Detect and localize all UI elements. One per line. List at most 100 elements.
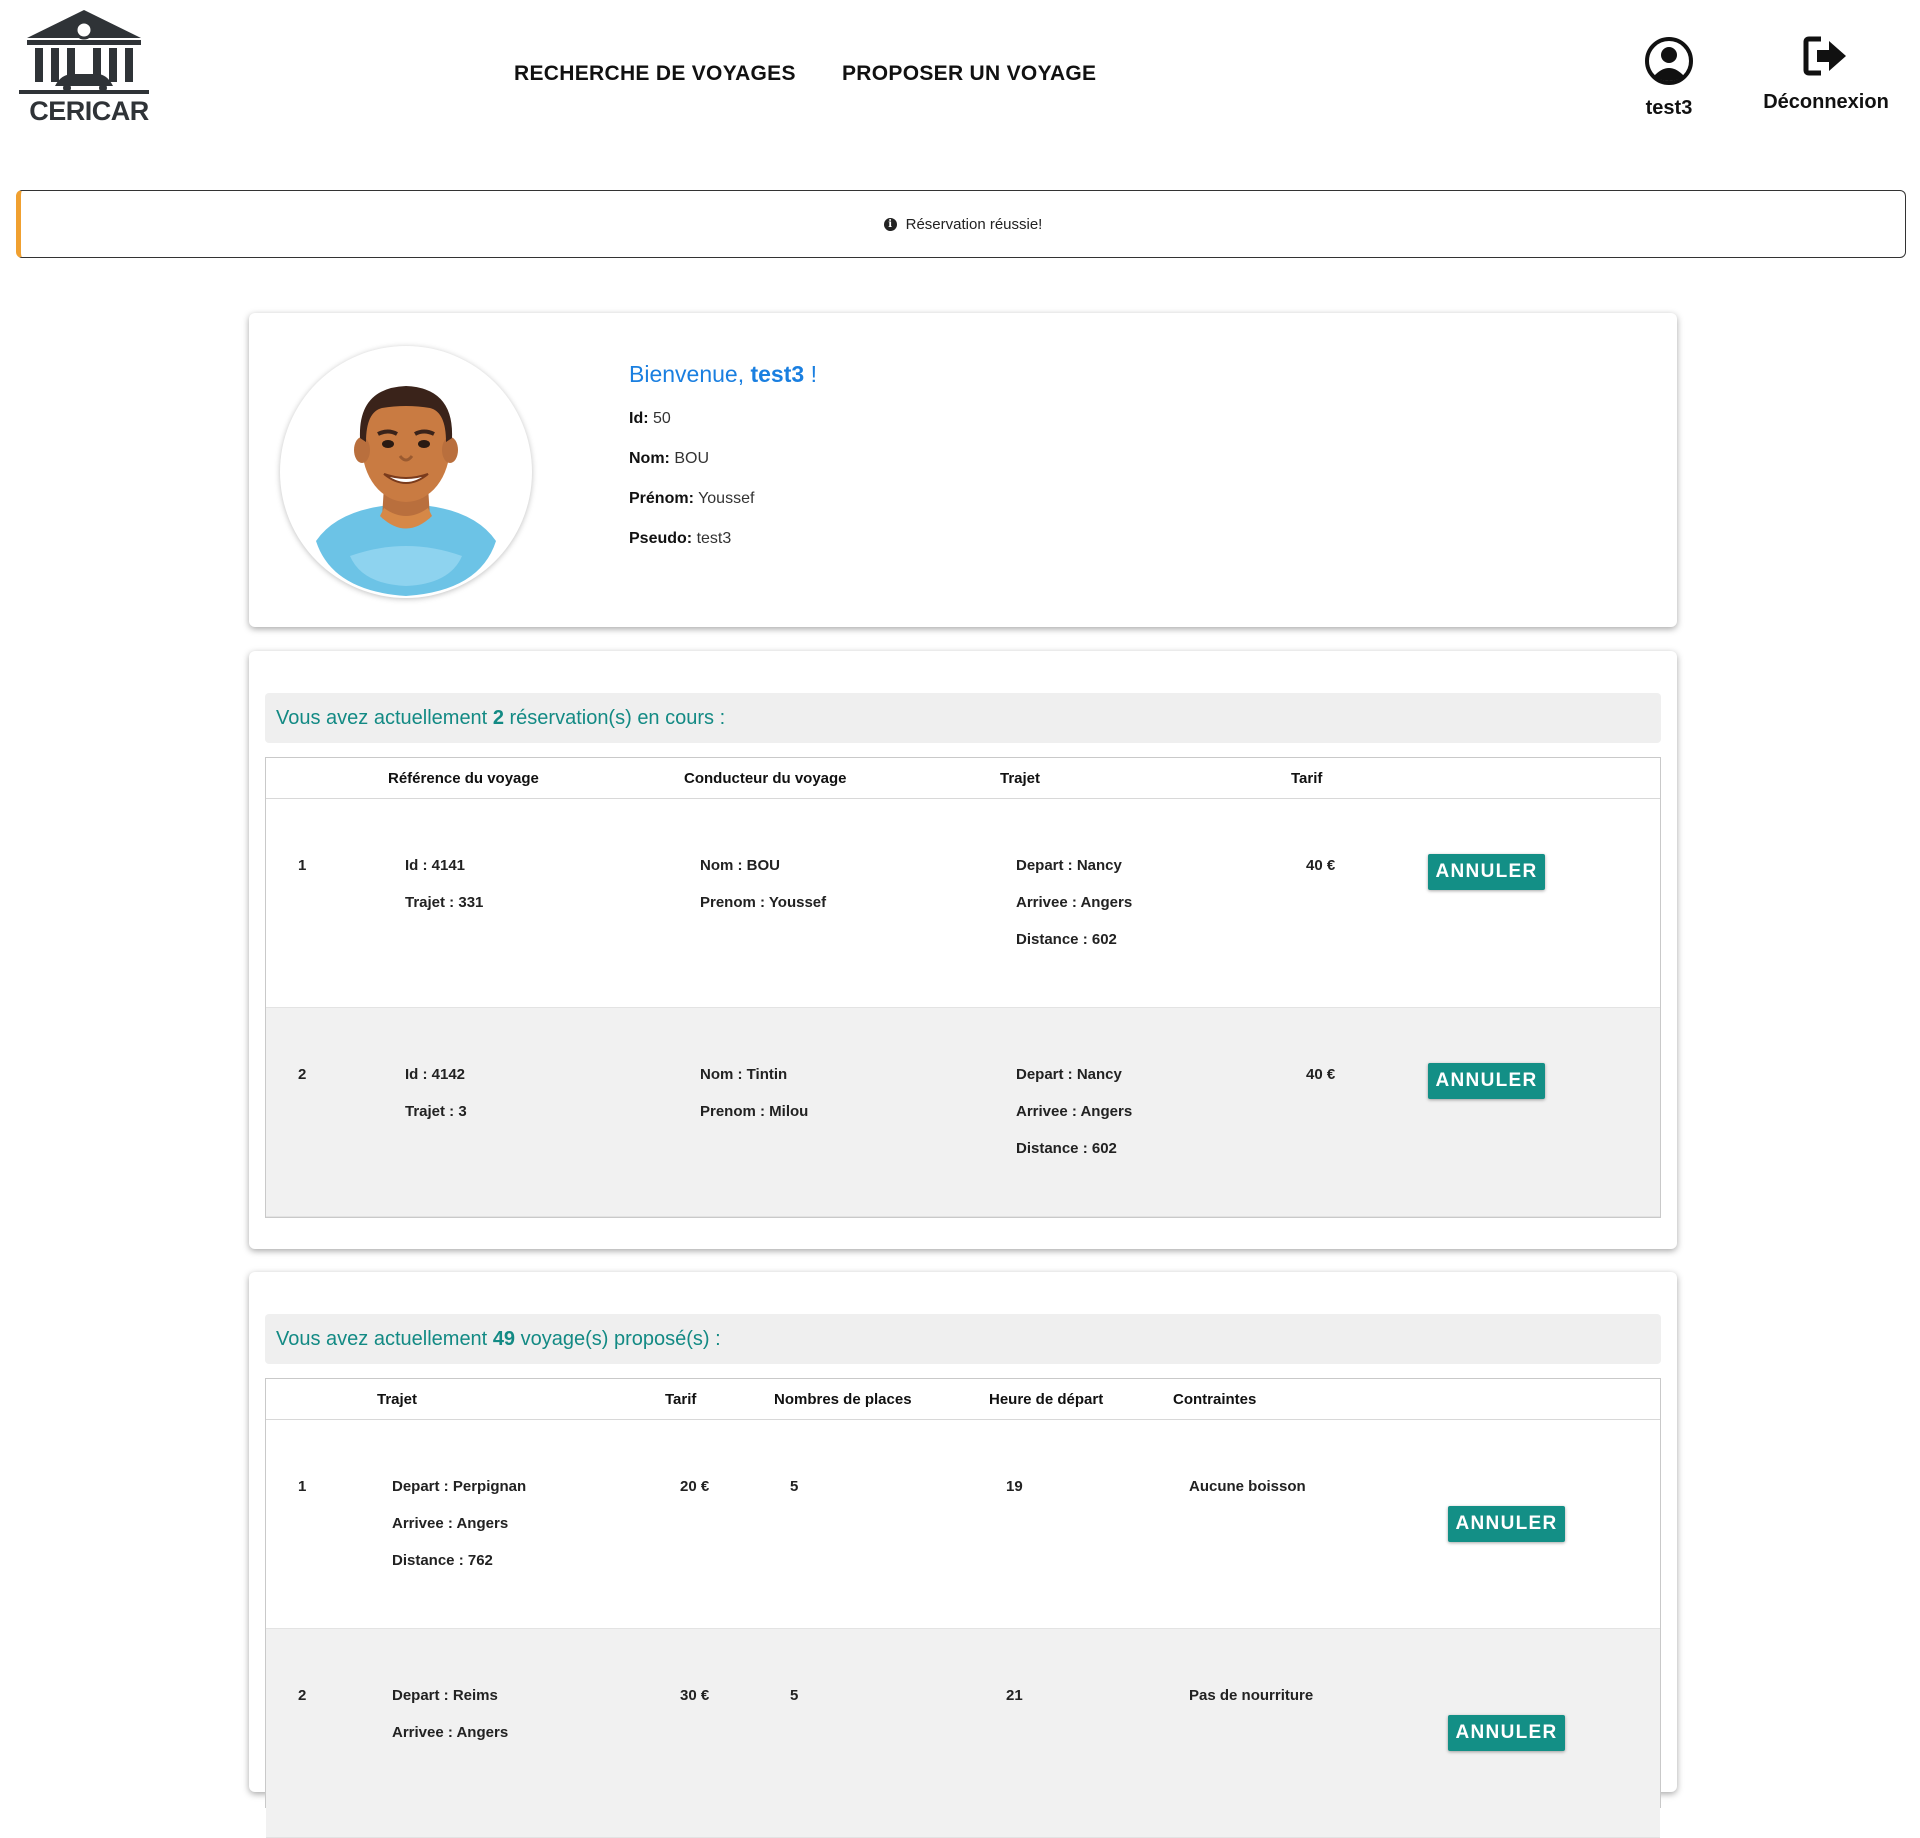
logout-link[interactable]: Déconnexion	[1756, 36, 1896, 114]
profile-prenom-label: Prénom:	[629, 490, 694, 507]
trajet-arrivee: Arrivee : Angers	[1016, 1103, 1133, 1120]
nav-recherche-de-voyages[interactable]: RECHERCHE DE VOYAGES	[514, 62, 796, 86]
driver-cell: Nom : Tintin Prenom : Milou	[700, 1056, 808, 1130]
places-cell: 5	[790, 1687, 799, 1704]
tarif-cell: 20 €	[680, 1478, 710, 1495]
profile-prenom-value: Youssef	[698, 490, 755, 507]
trips-banner-prefix: Vous avez actuellement	[276, 1327, 488, 1350]
trajet-arrivee: Arrivee : Angers	[392, 1724, 509, 1741]
info-circle-icon: i	[883, 217, 897, 231]
building-car-logo-icon	[19, 10, 149, 94]
welcome-heading: Bienvenue, test3 !	[629, 361, 817, 388]
trajet-distance: Distance : 762	[392, 1552, 493, 1569]
profile-pseudo-row: Pseudo: test3	[629, 530, 817, 548]
row-number: 2	[298, 1066, 307, 1083]
profile-card: Bienvenue, test3 ! Id: 50 Nom: BOU Préno…	[249, 313, 1677, 627]
user-name-label: test3	[1645, 97, 1693, 119]
table-header: Référence du voyage Conducteur du voyage…	[266, 758, 1660, 799]
profile-prenom-row: Prénom: Youssef	[629, 490, 817, 508]
contraintes-cell: Pas de nourriture	[1189, 1687, 1314, 1704]
driver-prenom: Prenom : Milou	[700, 1103, 809, 1120]
welcome-username: test3	[750, 361, 805, 387]
row-number: 1	[298, 1478, 307, 1495]
header-reference: Référence du voyage	[388, 770, 539, 787]
avatar	[280, 346, 532, 598]
annuler-voyage-button[interactable]: ANNULER	[1448, 1715, 1565, 1751]
tarif-cell: 30 €	[680, 1687, 710, 1704]
annuler-reservation-button[interactable]: ANNULER	[1428, 854, 1545, 890]
alert-message: Réservation réussie!	[905, 215, 1043, 233]
profile-id-label: Id:	[629, 410, 649, 427]
row-number: 1	[298, 857, 307, 874]
reservations-banner-suffix: réservation(s) en cours :	[509, 706, 726, 729]
sign-out-icon	[1803, 36, 1846, 76]
profile-id-value: 50	[653, 410, 671, 427]
driver-prenom: Prenom : Youssef	[700, 894, 827, 911]
profile-nom-value: BOU	[674, 450, 710, 467]
reservations-banner-prefix: Vous avez actuellement	[276, 706, 488, 729]
trajet-cell: Depart : Reims Arrivee : Angers	[392, 1677, 508, 1751]
reservations-table: Référence du voyage Conducteur du voyage…	[265, 757, 1661, 1218]
reference-id: Id : 4141	[405, 857, 466, 874]
places-cell: 5	[790, 1478, 799, 1495]
trajet-cell: Depart : Nancy Arrivee : Angers Distance…	[1016, 847, 1132, 958]
trajet-arrivee: Arrivee : Angers	[1016, 894, 1133, 911]
heure-cell: 21	[1006, 1687, 1023, 1704]
reservation-success-alert: i Réservation réussie!	[16, 190, 1906, 258]
profile-id-row: Id: 50	[629, 410, 817, 428]
reservations-count: 2	[492, 706, 504, 729]
trajet-cell: Depart : Perpignan Arrivee : Angers Dist…	[392, 1468, 526, 1579]
top-navbar: CERICAR RECHERCHE DE VOYAGES PROPOSER UN…	[0, 0, 1920, 160]
user-profile-link[interactable]: test3	[1636, 36, 1702, 120]
annuler-voyage-button[interactable]: ANNULER	[1448, 1506, 1565, 1542]
trajet-distance: Distance : 602	[1016, 1140, 1117, 1157]
table-row: 2 Id : 4142 Trajet : 3 Nom : Tintin Pren…	[266, 1008, 1660, 1217]
profile-nom-label: Nom:	[629, 450, 670, 467]
trajet-distance: Distance : 602	[1016, 931, 1117, 948]
contraintes-cell: Aucune boisson	[1189, 1478, 1306, 1495]
profile-pseudo-label: Pseudo:	[629, 530, 693, 547]
header-tarif: Tarif	[665, 1391, 697, 1408]
heure-cell: 19	[1006, 1478, 1023, 1495]
reservations-card: Vous avez actuellement 2 réservation(s) …	[249, 651, 1677, 1249]
trajet-depart: Depart : Perpignan	[392, 1478, 527, 1495]
table-header: Trajet Tarif Nombres de places Heure de …	[266, 1379, 1660, 1420]
row-number: 2	[298, 1687, 307, 1704]
reference-id: Id : 4142	[405, 1066, 466, 1083]
profile-info: Bienvenue, test3 ! Id: 50 Nom: BOU Préno…	[629, 361, 817, 570]
header-trajet: Trajet	[377, 1391, 418, 1408]
header-heure-de-depart: Heure de départ	[989, 1391, 1104, 1408]
profile-nom-row: Nom: BOU	[629, 450, 817, 468]
welcome-prefix: Bienvenue,	[629, 361, 745, 387]
trips-table: Trajet Tarif Nombres de places Heure de …	[265, 1378, 1661, 1838]
trips-count: 49	[492, 1327, 516, 1350]
header-trajet: Trajet	[1000, 770, 1041, 787]
driver-nom: Nom : Tintin	[700, 1066, 788, 1083]
proposed-trips-card: Vous avez actuellement 49 voyage(s) prop…	[249, 1272, 1677, 1838]
user-circle-icon	[1645, 37, 1693, 85]
tarif-cell: 40 €	[1306, 857, 1336, 874]
trips-banner-suffix: voyage(s) proposé(s) :	[520, 1327, 721, 1350]
reservations-banner: Vous avez actuellement 2 réservation(s) …	[265, 693, 1661, 743]
trajet-depart: Depart : Nancy	[1016, 857, 1122, 874]
driver-cell: Nom : BOU Prenom : Youssef	[700, 847, 826, 921]
header-nombres-de-places: Nombres de places	[774, 1391, 912, 1408]
reference-cell: Id : 4142 Trajet : 3	[405, 1056, 467, 1130]
header-conducteur: Conducteur du voyage	[684, 770, 847, 787]
avatar-illustration	[316, 386, 496, 596]
reference-cell: Id : 4141 Trajet : 331	[405, 847, 483, 921]
logout-label: Déconnexion	[1763, 91, 1889, 113]
table-row: 1 Id : 4141 Trajet : 331 Nom : BOU Preno…	[266, 799, 1660, 1008]
trajet-cell: Depart : Nancy Arrivee : Angers Distance…	[1016, 1056, 1132, 1167]
trajet-depart: Depart : Nancy	[1016, 1066, 1122, 1083]
annuler-reservation-button[interactable]: ANNULER	[1428, 1063, 1545, 1099]
welcome-suffix: !	[810, 361, 817, 387]
nav-proposer-un-voyage[interactable]: PROPOSER UN VOYAGE	[842, 62, 1096, 86]
profile-pseudo-value: test3	[696, 530, 732, 547]
header-contraintes: Contraintes	[1173, 1391, 1257, 1408]
reference-trajet: Trajet : 331	[405, 894, 484, 911]
trips-banner: Vous avez actuellement 49 voyage(s) prop…	[265, 1314, 1661, 1364]
trajet-arrivee: Arrivee : Angers	[392, 1515, 509, 1532]
driver-nom: Nom : BOU	[700, 857, 780, 874]
cericar-logo[interactable]: CERICAR	[15, 8, 153, 126]
